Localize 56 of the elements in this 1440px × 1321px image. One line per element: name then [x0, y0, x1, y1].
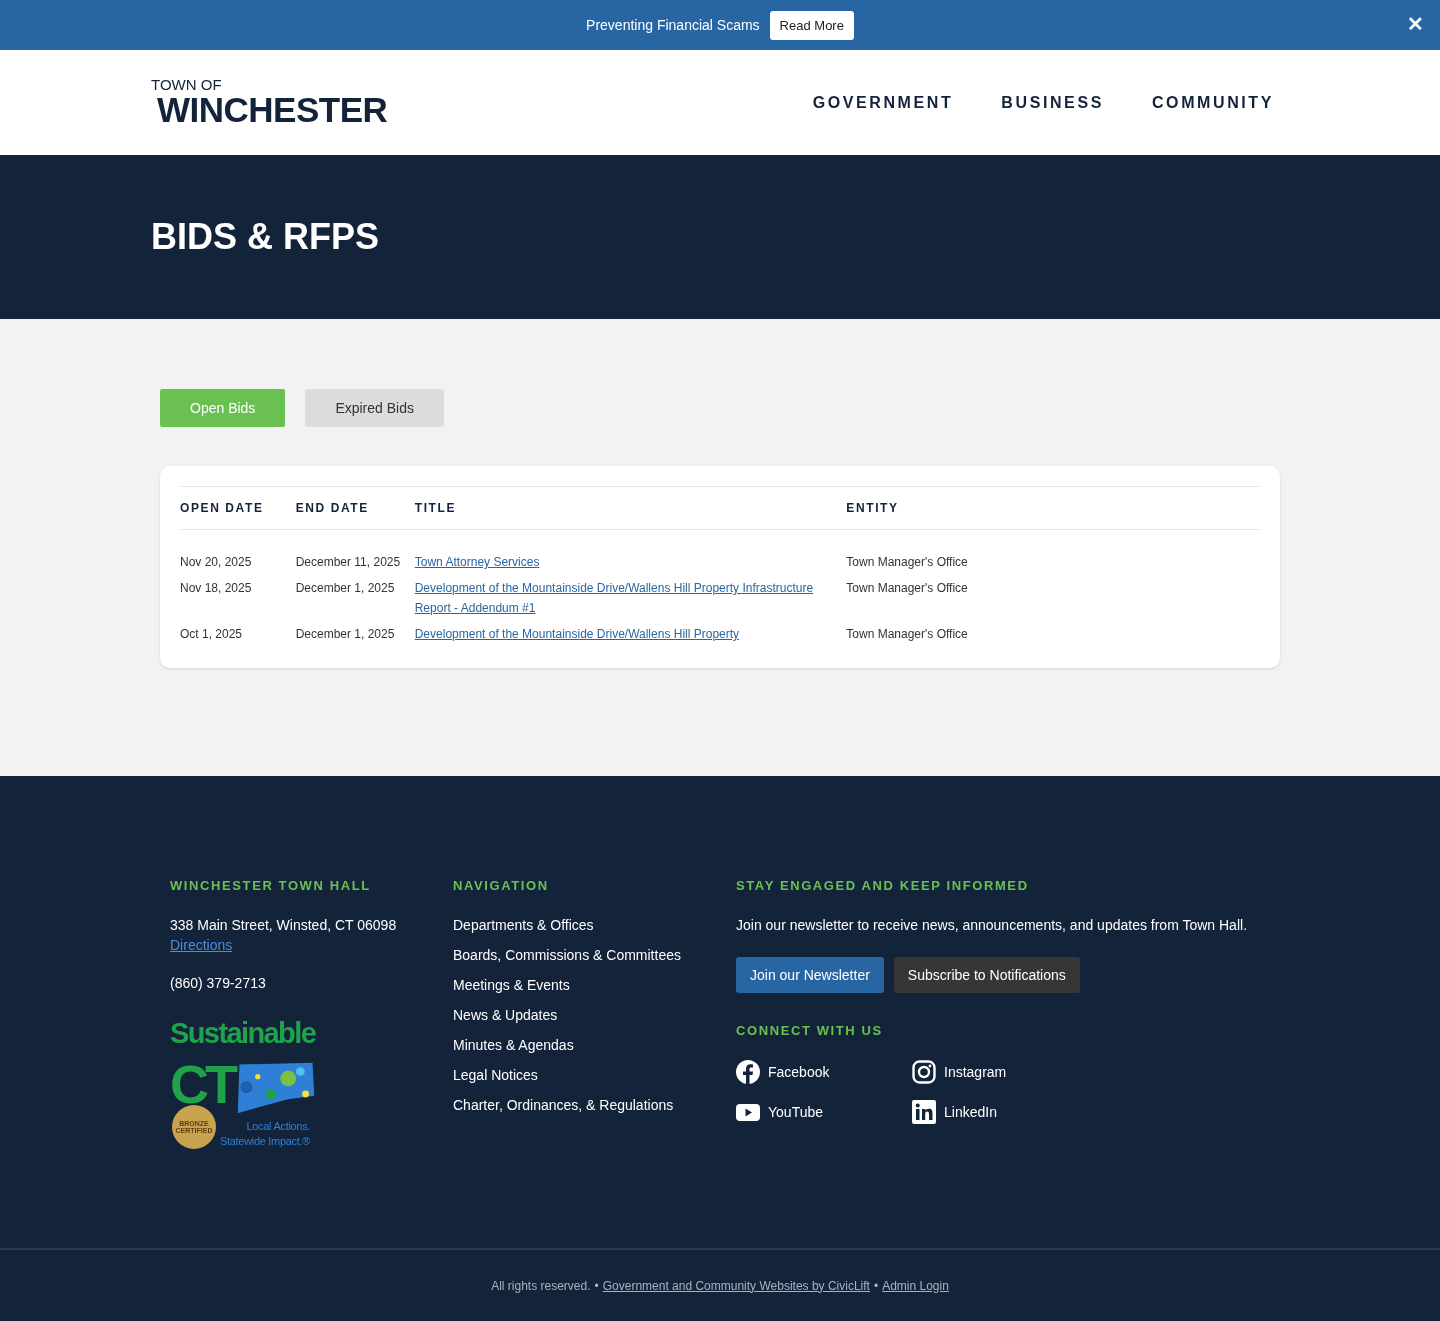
footer-heading: STAY ENGAGED AND KEEP INFORMED: [736, 878, 1029, 893]
facebook-icon[interactable]: [736, 1060, 760, 1084]
social-link[interactable]: Facebook: [768, 1064, 830, 1080]
column-header: ENTITY: [846, 501, 899, 515]
footer-button[interactable]: Subscribe to Notifications: [893, 957, 1080, 993]
close-button[interactable]: ✕: [1405, 12, 1426, 36]
footer-nav-link[interactable]: Minutes & Agendas: [453, 1035, 574, 1055]
table-cell: December 1, 2025: [295, 627, 395, 641]
alert-message: Preventing Financial Scams: [586, 17, 760, 33]
phone-number: (860) 379-2713: [170, 975, 266, 991]
column-header: END DATE: [295, 501, 369, 515]
youtube-icon[interactable]: [736, 1103, 760, 1121]
separator-dot: •: [873, 1278, 879, 1293]
table-cell: Town Manager's Office: [846, 581, 968, 595]
logo-title[interactable]: WINCHESTER: [157, 92, 388, 127]
table-cell: Nov 18, 2025: [180, 581, 252, 595]
bid-title-link[interactable]: Town Attorney Services: [414, 552, 540, 572]
table-cell: December 11, 2025: [295, 555, 401, 569]
bid-title-link[interactable]: Development of the Mountainside Drive/Wallens Hill Property Infrastructure Report - Addendum #1: [414, 578, 847, 618]
bid-title-link[interactable]: Development of the Mountainside Drive/Wallens Hill Property: [414, 624, 740, 644]
nav-link[interactable]: GOVERNMENT: [812, 93, 954, 112]
social-link[interactable]: LinkedIn: [944, 1104, 997, 1120]
table-cell: Town Manager's Office: [846, 627, 968, 641]
table-cell: Oct 1, 2025: [180, 627, 243, 641]
credit-link[interactable]: Government and Community Websites by CivicLift: [602, 1278, 870, 1293]
footer-heading: CONNECT WITH US: [736, 1023, 883, 1038]
footer-heading: WINCHESTER TOWN HALL: [170, 878, 371, 893]
admin-login-link[interactable]: Admin Login: [882, 1278, 949, 1293]
copyright-text: All rights reserved.: [491, 1278, 591, 1293]
footer-button[interactable]: Join our Newsletter: [736, 957, 884, 993]
table-cell: Nov 20, 2025: [180, 555, 252, 569]
table-cell: Town Manager's Office: [846, 555, 968, 569]
social-link[interactable]: Instagram: [944, 1064, 1007, 1080]
footer-nav-link[interactable]: Departments & Offices: [453, 915, 594, 935]
footer-nav-link[interactable]: Meetings & Events: [453, 975, 570, 995]
footer-heading: NAVIGATION: [453, 878, 549, 893]
instagram-icon[interactable]: [912, 1060, 936, 1084]
footer-nav-link[interactable]: Charter, Ordinances, & Regulations: [453, 1095, 674, 1115]
nav-link[interactable]: BUSINESS: [1001, 93, 1104, 112]
footer-nav-link[interactable]: News & Updates: [453, 1005, 558, 1025]
read-more-button[interactable]: Read More: [769, 10, 854, 40]
footer-nav-link[interactable]: Legal Notices: [453, 1065, 538, 1085]
logo-subtitle[interactable]: TOWN OF: [151, 76, 388, 93]
linkedin-icon[interactable]: [912, 1100, 936, 1124]
column-header: OPEN DATE: [180, 501, 264, 515]
column-header: TITLE: [414, 501, 457, 515]
table-cell: December 1, 2025: [295, 581, 395, 595]
separator-dot: •: [594, 1278, 599, 1293]
social-link[interactable]: YouTube: [768, 1104, 823, 1120]
directions-link[interactable]: Directions: [170, 935, 397, 955]
newsletter-text: Join our newsletter to receive news, announcements, and updates from Town Hall.: [736, 916, 1249, 935]
footer-nav-link[interactable]: Boards, Commissions & Committees: [453, 945, 681, 965]
page-title: BIDS & RFPS: [151, 216, 380, 258]
address-text: 338 Main Street, Winsted, CT 06098: [170, 916, 397, 935]
nav-link[interactable]: COMMUNITY: [1151, 93, 1274, 112]
tab[interactable]: Expired Bids: [305, 389, 444, 427]
